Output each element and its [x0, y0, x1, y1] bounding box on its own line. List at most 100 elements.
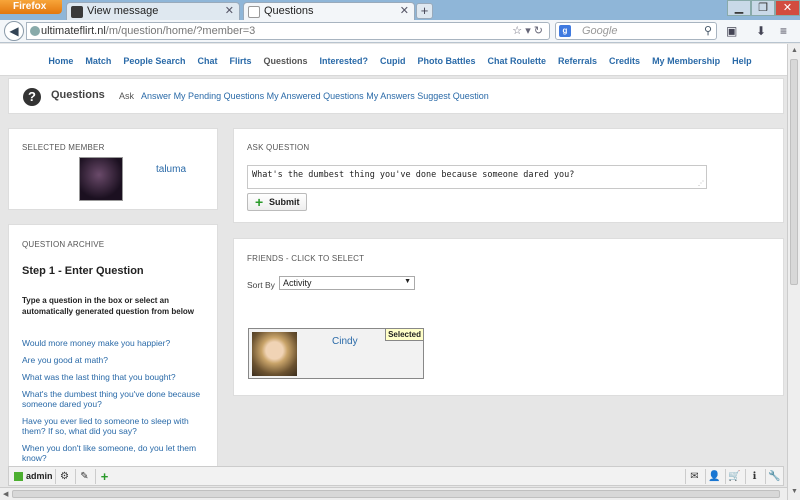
list-item[interactable]: Would more money make you happier?: [22, 338, 212, 348]
ask-question-panel: ASK QUESTION What's the dumbest thing yo…: [233, 128, 784, 223]
site-nav-list: Home Match People Search Chat Flirts Question…: [0, 44, 800, 66]
scroll-down-icon[interactable]: ▼: [791, 488, 798, 495]
friends-panel: FRIENDS - CLICK TO SELECT Sort By Activi…: [233, 238, 784, 396]
page-title: Questions: [51, 89, 105, 101]
nav-item-chat[interactable]: Chat: [191, 56, 223, 66]
nav-item-questions[interactable]: Questions: [257, 56, 313, 66]
nav-item-help[interactable]: Help: [726, 56, 758, 66]
question-textarea[interactable]: What's the dumbest thing you've done bec…: [247, 165, 707, 189]
url-host: ultimateflirt.nl: [41, 25, 106, 37]
tab-questions[interactable]: Questions ✕: [243, 2, 415, 20]
search-input[interactable]: g Google ⚲: [555, 22, 717, 40]
sort-value: Activity: [283, 278, 312, 288]
url-actions: ☆ ▾ ↻: [512, 24, 543, 37]
tab-label: Questions: [264, 5, 314, 17]
online-status-icon: [14, 472, 23, 481]
nav-item-home[interactable]: Home: [42, 56, 79, 66]
avatar: [252, 332, 297, 376]
new-tab-button[interactable]: +: [416, 3, 433, 19]
nav-item-match[interactable]: Match: [79, 56, 117, 66]
list-item[interactable]: What was the last thing that you bought?: [22, 372, 212, 382]
question-archive-panel: QUESTION ARCHIVE Step 1 - Enter Question…: [8, 224, 218, 468]
vertical-scrollbar[interactable]: ▲ ▼: [787, 44, 800, 500]
resize-handle-icon[interactable]: ⋰: [698, 180, 704, 187]
chevron-down-icon: ▼: [404, 278, 411, 285]
google-icon[interactable]: g: [559, 25, 571, 37]
gear-icon[interactable]: ⚙: [55, 469, 73, 484]
tab-favicon-icon: [71, 6, 83, 18]
menu-icon[interactable]: ≡: [780, 24, 787, 38]
subnav-ask[interactable]: Ask: [119, 91, 134, 101]
selected-member-name[interactable]: taluma: [156, 164, 186, 175]
username-label[interactable]: admin: [26, 471, 53, 481]
close-icon[interactable]: ✕: [400, 4, 409, 17]
user-icon[interactable]: 👤: [705, 469, 723, 484]
info-icon[interactable]: ℹ: [745, 469, 763, 484]
search-icon[interactable]: ⚲: [704, 24, 712, 37]
bottom-toolbar: admin ⚙ ✎ + ✉ 👤 🛒 ℹ 🔧: [8, 466, 784, 486]
download-icon[interactable]: ⬇: [756, 24, 766, 38]
window-close-icon[interactable]: ✕: [775, 0, 800, 16]
globe-icon: [30, 26, 40, 36]
friend-name[interactable]: Cindy: [332, 336, 358, 347]
subnav-my-pending-questions[interactable]: My Pending Questions: [174, 91, 265, 101]
nav-item-interested[interactable]: Interested?: [313, 56, 374, 66]
dropdown-arrow-icon[interactable]: ▾: [525, 25, 531, 37]
submit-button[interactable]: + Submit: [247, 193, 307, 211]
nav-item-chat-roulette[interactable]: Chat Roulette: [482, 56, 553, 66]
firefox-menu-button[interactable]: Firefox: [0, 0, 62, 14]
subnav-answer[interactable]: Answer: [141, 91, 171, 101]
nav-item-cupid[interactable]: Cupid: [374, 56, 412, 66]
subnav-my-answers[interactable]: My Answers: [366, 91, 415, 101]
edit-icon[interactable]: ✎: [75, 469, 93, 484]
panel-heading: ASK QUESTION: [247, 143, 310, 152]
mail-icon[interactable]: ✉: [685, 469, 703, 484]
subnav-my-answered-questions[interactable]: My Answered Questions: [267, 91, 364, 101]
close-icon[interactable]: ✕: [225, 4, 234, 17]
step-title: Step 1 - Enter Question: [22, 265, 144, 277]
wrench-icon[interactable]: 🔧: [765, 469, 783, 484]
tab-favicon-icon: [248, 6, 260, 18]
question-text: What's the dumbest thing you've done bec…: [252, 170, 575, 180]
list-item[interactable]: When you don't like someone, do you let …: [22, 443, 212, 463]
scroll-left-icon[interactable]: ◀: [3, 490, 8, 498]
screenshot-icon[interactable]: ▣: [726, 24, 737, 38]
list-item[interactable]: Are you good at math?: [22, 355, 212, 365]
site-nav: Home Match People Search Chat Flirts Question…: [0, 44, 800, 76]
horizontal-scrollbar[interactable]: ◀: [0, 487, 787, 500]
nav-item-my-membership[interactable]: My Membership: [646, 56, 726, 66]
nav-item-flirts[interactable]: Flirts: [223, 56, 257, 66]
questions-header: ? Questions Ask Answer My Pending Questi…: [8, 78, 784, 114]
url-bar[interactable]: ultimateflirt.nl/m/question/home/?member…: [26, 22, 550, 40]
maximize-icon[interactable]: ❐: [751, 0, 775, 16]
list-item[interactable]: Have you ever lied to someone to sleep w…: [22, 416, 212, 436]
panel-heading: FRIENDS - CLICK TO SELECT: [247, 254, 365, 263]
bookmark-star-icon[interactable]: ☆: [512, 25, 522, 37]
nav-item-photo-battles[interactable]: Photo Battles: [412, 56, 482, 66]
tab-label: View message: [87, 5, 159, 17]
questions-subnav: Ask Answer My Pending Questions My Answe…: [119, 91, 489, 101]
back-arrow-icon[interactable]: ◀: [4, 21, 24, 41]
list-item[interactable]: What's the dumbest thing you've done bec…: [22, 389, 212, 409]
add-icon[interactable]: +: [95, 469, 113, 484]
avatar[interactable]: [79, 157, 123, 201]
scroll-thumb[interactable]: [12, 490, 780, 498]
reload-icon[interactable]: ↻: [534, 25, 543, 37]
panel-heading: QUESTION ARCHIVE: [22, 240, 105, 249]
scroll-up-icon[interactable]: ▲: [791, 47, 798, 54]
url-path: /m/question/home/?member=3: [105, 25, 256, 37]
nav-item-credits[interactable]: Credits: [603, 56, 646, 66]
archive-question-list: Would more money make you happier? Are y…: [22, 338, 212, 467]
step-description: Type a question in the box or select an …: [22, 296, 195, 316]
panel-heading: SELECTED MEMBER: [22, 143, 105, 152]
friend-card[interactable]: Cindy Selected: [248, 328, 424, 379]
cart-icon[interactable]: 🛒: [725, 469, 743, 484]
tab-view-message[interactable]: View message ✕: [66, 2, 240, 20]
sort-select[interactable]: Activity ▼: [279, 276, 415, 290]
browser-nav-bar: ◀ ultimateflirt.nl/m/question/home/?memb…: [0, 20, 800, 43]
nav-item-referrals[interactable]: Referrals: [552, 56, 603, 66]
scroll-thumb[interactable]: [790, 59, 798, 285]
nav-item-people-search[interactable]: People Search: [117, 56, 191, 66]
subnav-suggest-question[interactable]: Suggest Question: [417, 91, 489, 101]
minimize-icon[interactable]: ▁: [727, 0, 751, 16]
